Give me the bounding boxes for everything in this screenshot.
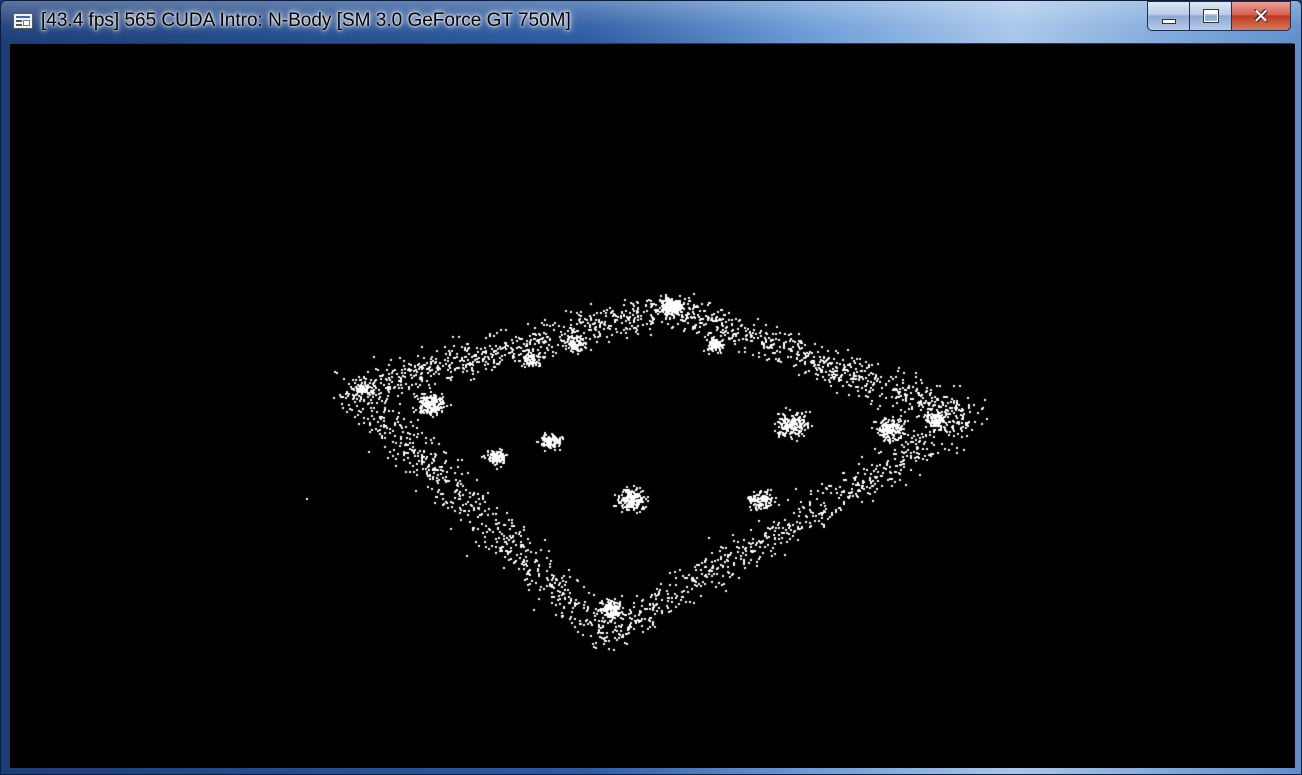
window-title: [43.4 fps] 565 CUDA Intro: N-Body [SM 3.… bbox=[41, 10, 571, 31]
application-window-icon[interactable] bbox=[13, 13, 33, 29]
application-window: [43.4 fps] 565 CUDA Intro: N-Body [SM 3.… bbox=[0, 0, 1302, 775]
particle-canvas[interactable] bbox=[10, 44, 1295, 768]
title-bar[interactable]: [43.4 fps] 565 CUDA Intro: N-Body [SM 3.… bbox=[1, 1, 1301, 43]
maximize-icon bbox=[1202, 9, 1219, 23]
maximize-button[interactable] bbox=[1189, 1, 1231, 31]
minimize-icon bbox=[1161, 18, 1176, 24]
minimize-button[interactable] bbox=[1147, 1, 1189, 31]
window-controls: ✕ bbox=[1147, 1, 1291, 31]
close-button[interactable]: ✕ bbox=[1231, 1, 1291, 31]
nbody-viewport[interactable] bbox=[9, 43, 1295, 768]
close-icon: ✕ bbox=[1252, 4, 1270, 28]
